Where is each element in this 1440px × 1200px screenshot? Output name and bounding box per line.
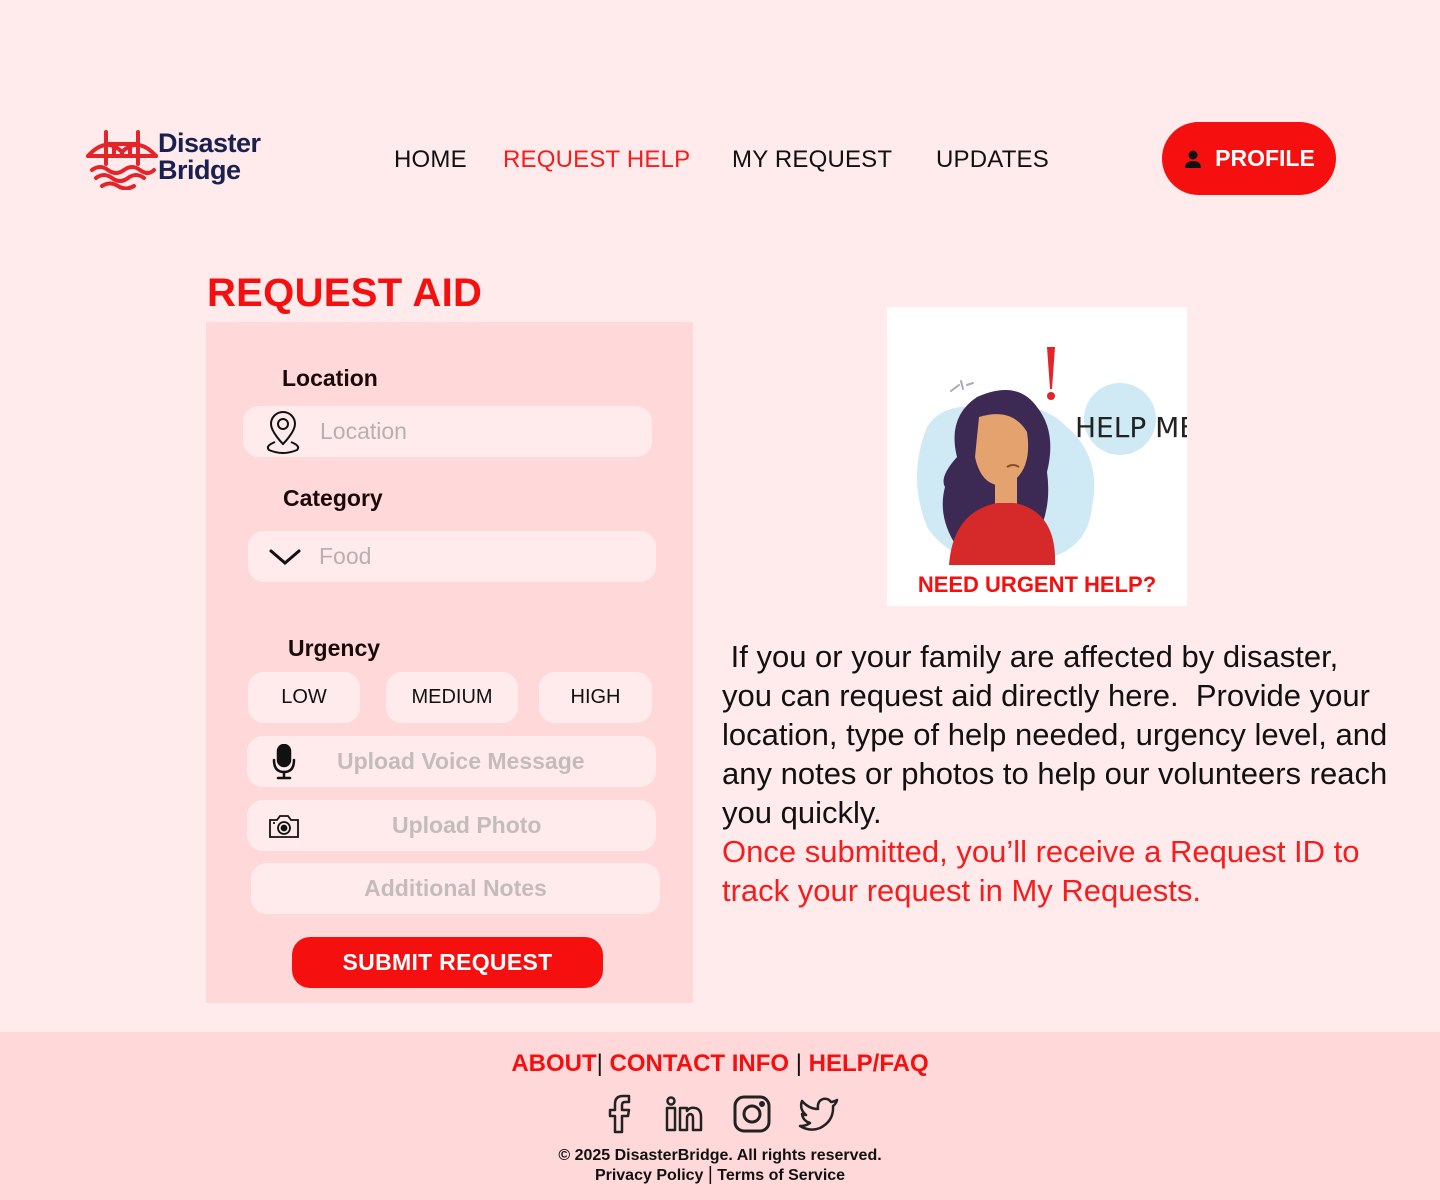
category-select[interactable]: Food [248,531,656,582]
brand-line-1: Disaster [158,128,261,158]
page-title: REQUEST AID [207,271,483,315]
footer-help-link[interactable]: HELP/FAQ [809,1050,929,1077]
footer-separator: | [596,1050,603,1077]
urgency-low-button[interactable]: LOW [248,672,360,723]
upload-photo-label: Upload Photo [392,812,542,838]
brand-logo[interactable]: Disaster Bridge [86,126,276,190]
urgency-label: Urgency [288,635,381,661]
category-value: Food [319,543,372,569]
location-placeholder: Location [320,418,407,444]
urgency-medium-button[interactable]: MEDIUM [386,672,518,723]
copyright: © 2025 DisasterBridge. All rights reserv… [0,1146,1440,1185]
footer-links: ABOUT| CONTACT INFO | HELP/FAQ [0,1050,1440,1078]
privacy-policy-link[interactable]: Privacy Policy [595,1167,704,1184]
upload-voice-label: Upload Voice Message [337,748,585,774]
location-label: Location [282,365,378,391]
terms-link[interactable]: Terms of Service [717,1167,845,1184]
social-links [598,1094,848,1138]
footer-about-link[interactable]: ABOUT [511,1050,596,1077]
notes-input[interactable]: Additional Notes [251,863,660,914]
help-illustration: HELP ME NEED URGENT HELP? [887,307,1187,606]
user-icon [1185,150,1202,168]
legal-links: Privacy Policy | Terms of Service [0,1165,1440,1185]
category-label: Category [283,485,383,511]
upload-voice-button[interactable]: Upload Voice Message [247,736,656,787]
camera-icon [268,813,300,845]
info-paragraph: If you or your family are affected by di… [722,639,1396,830]
info-highlight: Once submitted, you’ll receive a Request… [722,834,1369,908]
illustration-caption: NEED URGENT HELP? [917,572,1157,597]
profile-label: PROFILE [1215,145,1315,171]
map-pin-icon [263,410,303,460]
linkedin-icon[interactable] [664,1094,704,1139]
location-input[interactable]: Location [243,406,652,457]
submit-request-button[interactable]: SUBMIT REQUEST [292,937,603,988]
nav-home[interactable]: HOME [394,146,467,174]
chevron-down-icon [268,546,302,573]
microphone-icon [271,743,297,786]
nav-updates[interactable]: UPDATES [936,146,1049,174]
bridge-logo-icon [86,130,158,190]
facebook-icon[interactable] [604,1094,634,1139]
upload-photo-button[interactable]: Upload Photo [247,800,656,851]
twitter-icon[interactable] [798,1094,840,1139]
help-me-text: HELP ME [1075,411,1187,444]
footer-contact-link[interactable]: CONTACT INFO [610,1050,790,1077]
info-text: If you or your family are affected by di… [722,637,1392,910]
legal-separator: | [707,1164,713,1185]
instagram-icon[interactable] [732,1094,772,1139]
copyright-text: © 2025 DisasterBridge. All rights reserv… [558,1147,882,1164]
brand-name: Disaster Bridge [158,130,261,184]
nav-request-help[interactable]: REQUEST HELP [503,146,690,174]
brand-line-2: Bridge [158,155,241,185]
nav-my-request[interactable]: MY REQUEST [732,146,892,174]
urgency-high-button[interactable]: HIGH [539,672,652,723]
footer: ABOUT| CONTACT INFO | HELP/FAQ © 2025 Di… [0,1032,1440,1200]
notes-placeholder: Additional Notes [364,875,547,901]
profile-button[interactable]: PROFILE [1162,122,1336,195]
footer-separator: | [795,1050,802,1077]
person-help-illustration: HELP ME [917,347,1187,565]
